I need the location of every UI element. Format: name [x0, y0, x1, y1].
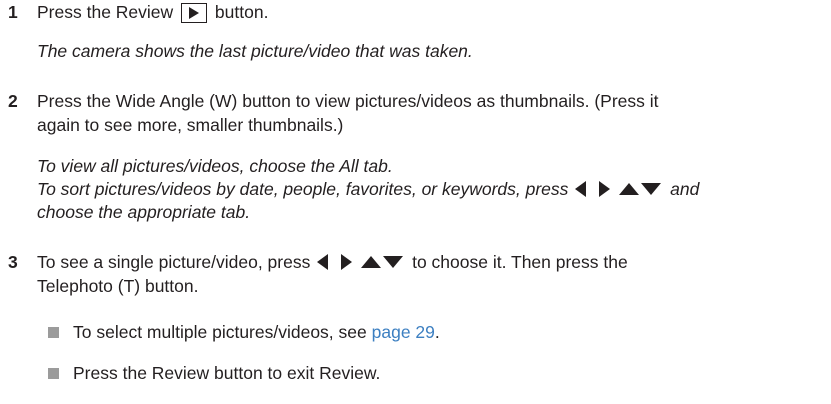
page-29-link[interactable]: page 29 [372, 322, 435, 342]
navigation-arrows-icon [575, 181, 662, 197]
step-3-line-1-before: To see a single picture/video, press [37, 252, 311, 272]
step-3-line-1: To see a single picture/video, press to … [37, 251, 628, 273]
bullet-square-icon [48, 327, 59, 338]
bullet-square-icon [48, 368, 59, 379]
step-3-line-1-after: to choose it. Then press the [412, 252, 628, 272]
instruction-page: 1 Press the Review button. The camera sh… [0, 0, 831, 404]
step-2-number: 2 [8, 91, 18, 111]
step-3-line-2: Telephoto (T) button. [37, 276, 199, 296]
review-button-icon [181, 3, 208, 23]
bullet-1-text: To select multiple pictures/videos, see [73, 322, 367, 342]
step-1-number: 1 [8, 2, 18, 22]
step-2-note-2-after: and [670, 179, 700, 199]
step-1-text-before: Press the Review [37, 2, 174, 22]
step-2-note-1: To view all pictures/videos, choose the … [37, 156, 393, 176]
step-2-line-1: Press the Wide Angle (W) button to view … [37, 91, 659, 111]
bullet-item-multiple-select: To select multiple pictures/videos, see … [73, 321, 440, 343]
step-1-note: The camera shows the last picture/video … [37, 41, 473, 61]
bullet-item-exit-review: Press the Review button to exit Review. [73, 363, 381, 383]
step-1-text: Press the Review button. [37, 1, 268, 23]
step-2-note-3: choose the appropriate tab. [37, 202, 251, 222]
step-2-note-2-before: To sort pictures/videos by date, people,… [37, 179, 569, 199]
navigation-arrows-icon [317, 254, 404, 270]
step-3-number: 3 [8, 252, 18, 272]
step-2-line-2: again to see more, smaller thumbnails.) [37, 115, 344, 135]
step-2-note-2: To sort pictures/videos by date, people,… [37, 178, 699, 200]
step-1-text-after: button. [214, 2, 269, 22]
bullet-1-period: . [434, 322, 440, 342]
